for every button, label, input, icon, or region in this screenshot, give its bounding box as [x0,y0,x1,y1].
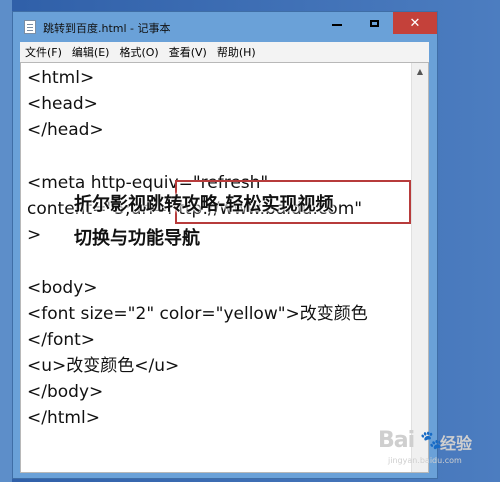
close-button[interactable]: ✕ [393,12,437,34]
code-line: <head> [27,94,98,115]
watermark-logo-text: Bai [378,428,415,453]
title-bar[interactable]: 跳转到百度.html - 记事本 ✕ [13,12,437,42]
close-icon: ✕ [409,15,421,31]
code-line: </font> [27,329,96,350]
notepad-app-icon[interactable] [24,20,36,34]
code-line: <html> [27,68,95,88]
minimize-button[interactable] [319,12,355,34]
menu-edit[interactable]: 编辑(E) [67,44,115,60]
code-line: </head> [27,120,104,141]
menu-help[interactable]: 帮助(H) [212,44,261,60]
vertical-scrollbar[interactable]: ▲ [411,63,428,472]
menu-view[interactable]: 查看(V) [164,44,212,60]
code-line: <u>改变颜色</u> [27,356,180,377]
overlay-caption-line-2: 切换与功能导航 [74,228,200,249]
background-window-edge [0,0,12,482]
maximize-icon [369,19,379,27]
baidu-jingyan-watermark: Bai 🐾 经验 jingyan.baidu.com [378,428,488,470]
watermark-url: jingyan.baidu.com [388,456,462,465]
code-line: <body> [27,277,98,298]
maximize-button[interactable] [356,12,392,34]
menu-format[interactable]: 格式(O) [114,44,163,60]
minimize-icon [332,24,342,26]
code-line: <font size="2" color="yellow">改变颜色 [27,303,368,324]
overlay-caption-line-1: 折尔影视跳转攻略-轻松实现视频 [74,194,334,215]
scroll-up-arrow-icon[interactable]: ▲ [412,63,428,79]
window-title: 跳转到百度.html - 记事本 [43,22,171,35]
code-line: </html> [27,408,100,429]
code-line: </body> [27,382,104,403]
menu-bar: 文件(F) 编辑(E) 格式(O) 查看(V) 帮助(H) [20,42,429,62]
text-editor[interactable]: <html> <head> </head> <meta http-equiv="… [20,62,429,473]
editor-content[interactable]: <html> <head> </head> <meta http-equiv="… [27,65,413,470]
overlay-caption: 折尔影视跳转攻略-轻松实现视频 切换与功能导航 [74,188,434,256]
watermark-text: 经验 [440,434,473,453]
menu-file[interactable]: 文件(F) [20,44,67,60]
